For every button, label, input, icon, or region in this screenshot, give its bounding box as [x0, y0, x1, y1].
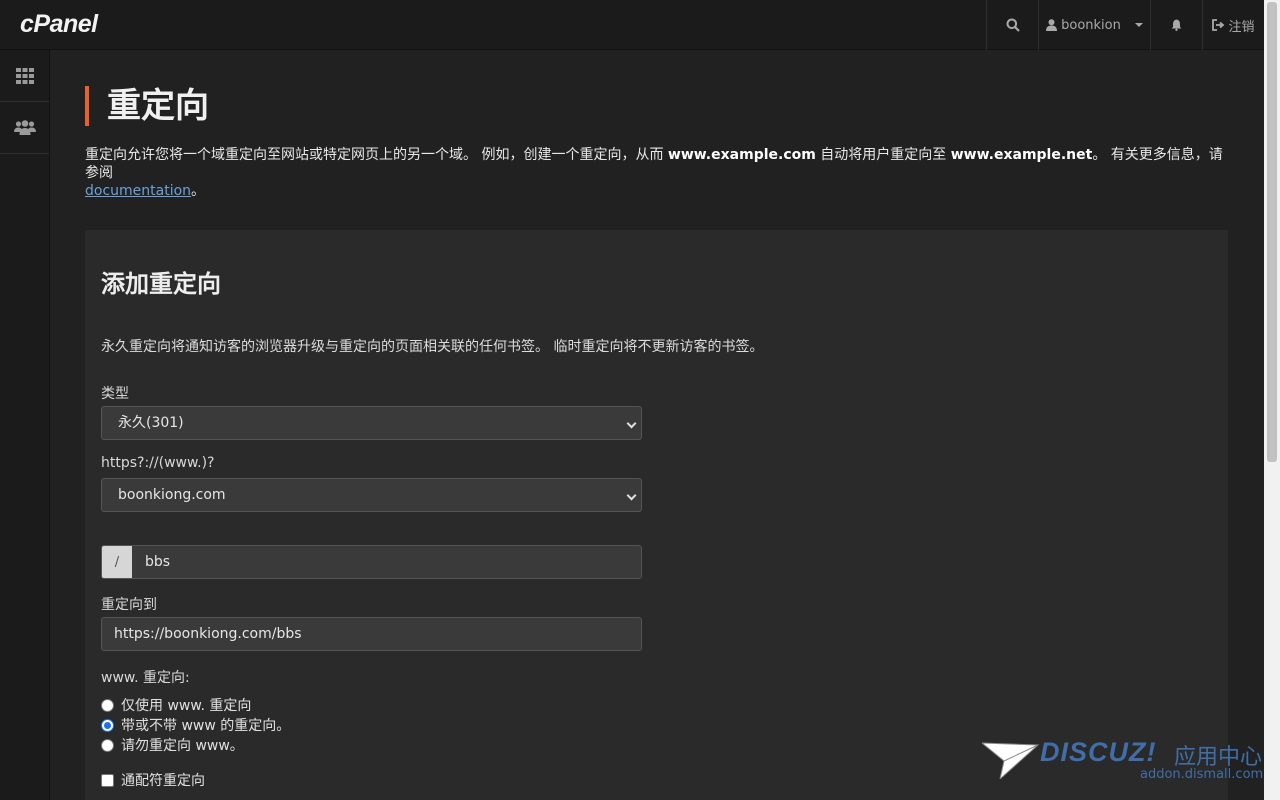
- add-redirect-panel: 添加重定向 永久重定向将通知访客的浏览器升级与重定向的页面相关联的任何书签。 临…: [85, 230, 1228, 800]
- www-option-do-not-redirect[interactable]: 请勿重定向 www。: [101, 735, 244, 755]
- discuz-watermark: DISCUZ! 应用中心 addon.dismall.com: [982, 735, 1267, 785]
- domain-label: https?://(www.)?: [101, 455, 215, 471]
- www-redirect-label: www. 重定向:: [101, 670, 190, 686]
- path-input[interactable]: bbs: [132, 546, 641, 578]
- watermark-url: addon.dismall.com: [1140, 767, 1264, 782]
- page-intro: 重定向允许您将一个域重定向至网站或特定网页上的另一个域。 例如，创建一个重定向，…: [85, 146, 1225, 200]
- www-option-only-www[interactable]: 仅使用 www. 重定向: [101, 695, 251, 715]
- radio-button[interactable]: [101, 738, 114, 752]
- type-select[interactable]: 永久(301): [101, 406, 642, 440]
- redirect-to-input[interactable]: https://boonkiong.com/bbs: [101, 617, 642, 651]
- logout-button[interactable]: 注销: [1202, 0, 1264, 50]
- radio-label: 仅使用 www. 重定向: [121, 698, 252, 714]
- users-icon: [13, 120, 36, 135]
- sign-out-icon: [1212, 19, 1225, 31]
- chevron-down-icon: [626, 418, 637, 429]
- radio-button[interactable]: [101, 718, 114, 732]
- type-label: 类型: [101, 386, 129, 402]
- type-select-value: 永久(301): [118, 415, 184, 431]
- chevron-down-icon: [626, 490, 637, 501]
- domain-select[interactable]: boonkiong.com: [101, 478, 642, 512]
- intro-text: 。: [191, 183, 206, 199]
- sidebar-item-tools[interactable]: [0, 50, 49, 102]
- domain-select-value: boonkiong.com: [118, 487, 226, 503]
- sidebar: [0, 50, 50, 800]
- logout-label: 注销: [1228, 19, 1255, 35]
- user-menu-button[interactable]: boonkion: [1038, 0, 1150, 50]
- redirect-to-label: 重定向到: [101, 597, 157, 613]
- user-icon: [1046, 19, 1058, 31]
- top-bar-actions: boonkion 注销: [986, 0, 1264, 50]
- bell-icon: [1171, 19, 1182, 31]
- intro-example-target: www.example.net: [950, 147, 1093, 163]
- paper-plane-icon: [982, 742, 1040, 779]
- watermark-brand: DISCUZ!: [1040, 737, 1157, 767]
- radio-label: 带或不带 www 的重定向。: [121, 718, 291, 734]
- intro-text: 自动将用户重定向至: [815, 147, 951, 163]
- wildcard-redirect-option[interactable]: 通配符重定向: [101, 770, 205, 790]
- search-button[interactable]: [986, 0, 1038, 50]
- search-icon: [1006, 18, 1020, 32]
- top-bar: cPanel boonkion 注销: [0, 0, 1264, 50]
- panel-title: 添加重定向: [101, 270, 221, 298]
- radio-button[interactable]: [101, 698, 114, 712]
- path-prefix: /: [102, 546, 132, 578]
- username: boonkion: [1061, 17, 1121, 33]
- scrollbar-thumb[interactable]: [1267, 2, 1277, 462]
- chevron-down-icon: [1134, 23, 1143, 27]
- wildcard-label: 通配符重定向: [121, 773, 205, 789]
- documentation-link[interactable]: documentation: [85, 183, 191, 199]
- cpanel-logo[interactable]: cPanel: [20, 10, 98, 39]
- intro-example-source: www.example.com: [667, 147, 816, 163]
- panel-description: 永久重定向将通知访客的浏览器升级与重定向的页面相关联的任何书签。 临时重定向将不…: [101, 339, 764, 355]
- main-content: 重定向 重定向允许您将一个域重定向至网站或特定网页上的另一个域。 例如，创建一个…: [50, 50, 1264, 800]
- wildcard-checkbox[interactable]: [101, 773, 114, 787]
- sidebar-item-users[interactable]: [0, 102, 49, 154]
- grid-icon: [15, 67, 34, 84]
- path-input-group: / bbs: [101, 545, 642, 579]
- scrollbar[interactable]: [1264, 0, 1280, 800]
- intro-text: 重定向允许您将一个域重定向至网站或特定网页上的另一个域。 例如，创建一个重定向，…: [85, 147, 668, 163]
- radio-label: 请勿重定向 www。: [121, 738, 244, 754]
- page-title: 重定向: [85, 86, 209, 126]
- notifications-button[interactable]: [1150, 0, 1202, 50]
- www-option-with-or-without[interactable]: 带或不带 www 的重定向。: [101, 715, 290, 735]
